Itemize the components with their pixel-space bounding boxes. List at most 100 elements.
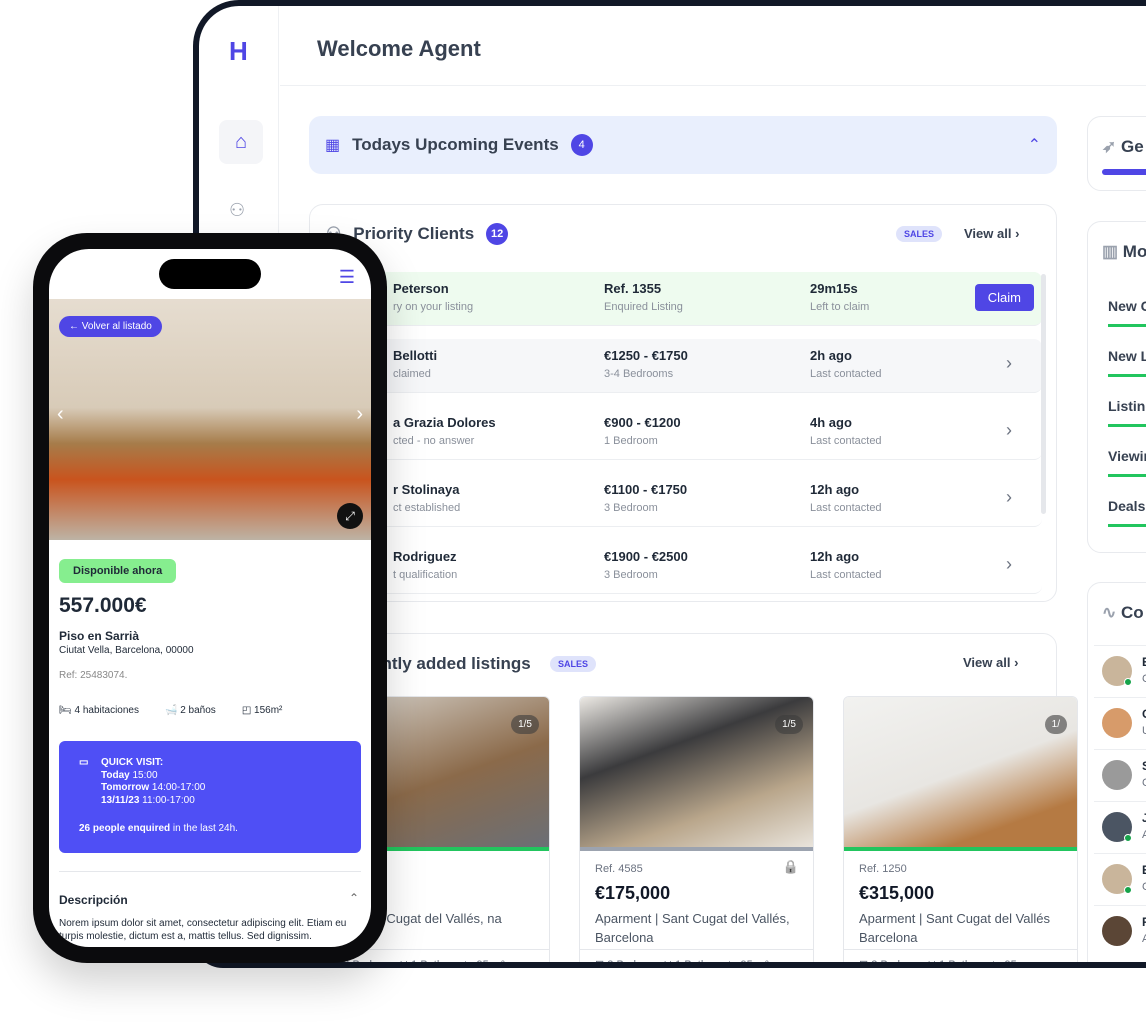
contact-name: R — [1142, 915, 1146, 929]
getting-started-card[interactable]: ➶ Ge — [1087, 116, 1146, 191]
rocket-icon: ➶ — [1102, 137, 1117, 156]
client-c2s: Enquired Listing — [604, 301, 683, 313]
contact-item[interactable]: RA — [1094, 905, 1146, 955]
quick-visit-box[interactable]: ▭ QUICK VISIT: Today 15:00 Tomorrow 14:00-… — [59, 741, 361, 853]
client-name: Bellotti — [393, 348, 438, 363]
listing-ref: Ref: 25483074. — [59, 670, 128, 681]
listing-address: Ciutat Vella, Barcelona, 00000 — [59, 645, 194, 656]
listing-card[interactable]: 1/Ref. 1250 €315,000 Aparment | Sant Cugat… — [843, 696, 1078, 962]
client-c3: 29m15s — [810, 281, 858, 296]
listings-label: ently added listings — [372, 654, 531, 673]
contacts-card: ∿ Co ECCUSCJAECRA — [1087, 582, 1146, 962]
metric-item[interactable]: Deals — [1108, 498, 1145, 514]
avatar — [1102, 916, 1132, 946]
client-row[interactable]: Bellotti claimed €1250 - €1750 3-4 Bedrooms… — [318, 339, 1042, 393]
client-c3: 12h ago — [810, 549, 860, 564]
metric-item[interactable]: Listing — [1108, 398, 1146, 414]
upcoming-events-bar[interactable]: ▦ Todays Upcoming Events 4 ⌃ — [309, 116, 1057, 174]
metric-bar — [1108, 324, 1146, 327]
description-title: Descripción — [59, 893, 128, 907]
bath-icon: ⊔ — [664, 959, 676, 962]
metric-item[interactable]: New C — [1108, 298, 1146, 314]
chevron-up-icon[interactable]: ⌃ — [1028, 135, 1041, 155]
divider — [59, 871, 361, 872]
priority-count: 12 — [486, 223, 509, 245]
client-row[interactable]: Peterson ry on your listing Ref. 1355 Enqui… — [318, 272, 1042, 326]
listing-features: ⊟ 2 Beds⊔ 1 Bath◺ 95 — [844, 949, 1077, 962]
client-row[interactable]: r Stolinaya ct established €1100 - €1750 3 … — [318, 473, 1042, 527]
metric-bar — [1108, 424, 1146, 427]
back-to-listing-button[interactable]: ← Volver al listado — [59, 316, 162, 337]
client-c3s: Left to claim — [810, 301, 870, 313]
contact-item[interactable]: JA — [1094, 801, 1146, 851]
contact-name: S — [1142, 759, 1146, 773]
client-status: cted - no answer — [393, 435, 475, 447]
chevron-right-icon[interactable]: › — [1006, 487, 1012, 508]
metric-item[interactable]: New L — [1108, 348, 1146, 364]
expand-icon[interactable]: ⤢ — [337, 503, 363, 529]
online-indicator — [1124, 886, 1132, 894]
listing-ref: Ref. 1250 — [859, 863, 907, 875]
listing-title: Piso en Sarrià — [59, 629, 140, 643]
chevron-right-icon[interactable]: › — [1006, 353, 1012, 374]
bath-icon: ⊔ — [400, 959, 412, 962]
listing-address: Aparment | Sant Cugat del Vallés, Barcel… — [595, 911, 790, 945]
contact-item[interactable]: EC — [1094, 645, 1146, 695]
contact-item[interactable]: CU — [1094, 697, 1146, 747]
client-c2: €900 - €1200 — [604, 415, 681, 430]
contact-subtitle: C — [1142, 777, 1146, 789]
client-name: r Stolinaya — [393, 482, 460, 497]
metric-item[interactable]: Viewin — [1108, 448, 1146, 464]
listing-price: €315,000 — [859, 883, 935, 903]
chevron-right-icon[interactable]: › — [1006, 554, 1012, 575]
area-icon: ◺ — [729, 959, 741, 962]
calendar-icon: ▦ — [325, 137, 341, 154]
bar-chart-icon: ▥ — [1102, 242, 1119, 261]
chevron-right-icon[interactable]: › — [1006, 420, 1012, 441]
contact-name: J — [1142, 811, 1146, 825]
home-icon[interactable]: ⌂ — [219, 120, 263, 164]
prev-arrow-icon[interactable]: ‹ — [57, 403, 64, 426]
users-icon[interactable]: ⚇ — [229, 200, 245, 221]
events-count: 4 — [570, 134, 593, 156]
phone-screen: ☰ ‹ › ⤢ ← Volver al listado Disponible a… — [49, 249, 371, 947]
listing-price: 557.000€ — [59, 594, 147, 617]
client-row[interactable]: a Grazia Dolores cted - no answer €900 - €… — [318, 406, 1042, 460]
contact-subtitle: A — [1142, 933, 1146, 945]
chevron-up-icon[interactable]: ⌃ — [349, 891, 359, 905]
image-counter: 1/ — [1044, 715, 1067, 734]
avatar — [1102, 760, 1132, 790]
bed-icon: 🛏 — [59, 705, 72, 716]
bath-icon: ⊔ — [928, 959, 940, 962]
priority-clients-card: ⚇Priority Clients12 SALES View all › Pet… — [309, 204, 1057, 602]
listing-price: €175,000 — [595, 883, 671, 903]
listing-card[interactable]: 1/5 Ref. 4585 🔒 €175,000 Aparment | Sant Cug… — [579, 696, 814, 962]
client-row[interactable]: Rodriguez t qualification €1900 - €2500 3 B… — [318, 540, 1042, 594]
view-all-link[interactable]: View all › — [964, 226, 1019, 241]
bed-icon: ⊟ — [859, 959, 871, 962]
visit-slot[interactable]: Tomorrow 14:00-17:00 — [101, 782, 341, 795]
listing-address: Aparment | Sant Cugat del Vallés Barcelo… — [859, 911, 1051, 945]
client-c2: €1100 - €1750 — [604, 482, 688, 497]
activity-icon: ∿ — [1102, 603, 1117, 622]
visit-slot[interactable]: 13/11/23 11:00-17:00 — [101, 795, 341, 808]
view-all-link[interactable]: View all › — [963, 655, 1018, 670]
recent-listings-card: ently added listings SALES View all › 1/… — [309, 633, 1078, 962]
next-arrow-icon[interactable]: › — [356, 403, 363, 426]
menu-icon[interactable]: ☰ — [339, 267, 355, 288]
client-status: ct established — [393, 502, 461, 514]
contact-item[interactable]: SC — [1094, 749, 1146, 799]
client-c2: €1250 - €1750 — [604, 348, 688, 363]
scrollbar[interactable] — [1041, 274, 1046, 514]
sales-tag: SALES — [896, 226, 943, 242]
claim-button[interactable]: Claim — [974, 284, 1034, 311]
client-name: Peterson — [393, 281, 449, 296]
online-indicator — [1124, 834, 1132, 842]
listing-ref: Ref. 4585 — [595, 863, 643, 875]
client-c2s: 1 Bedroom — [604, 435, 658, 447]
client-c2s: 3 Bedroom — [604, 569, 658, 581]
visit-slot[interactable]: Today 15:00 — [101, 770, 341, 783]
listing-image: 1/5 — [580, 697, 813, 847]
client-c3s: Last contacted — [810, 435, 882, 447]
contact-item[interactable]: EC — [1094, 853, 1146, 903]
